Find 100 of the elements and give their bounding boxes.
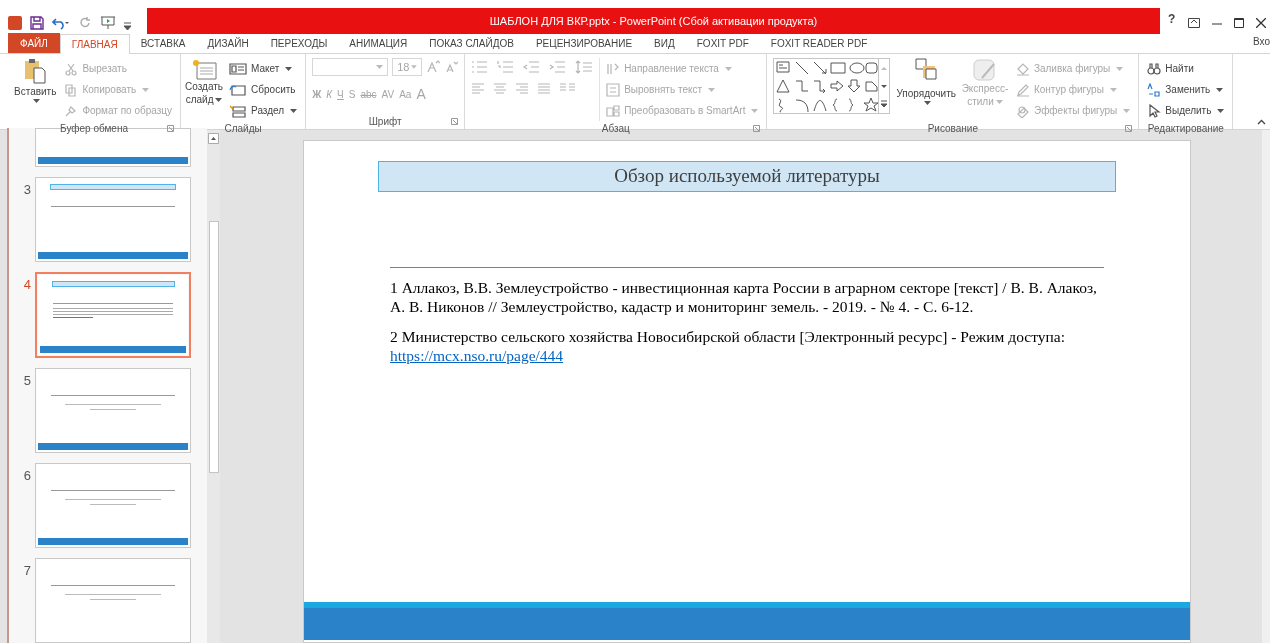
caret-icon [285, 66, 293, 71]
ribbon-display-icon[interactable] [1187, 18, 1200, 28]
caret-icon [708, 87, 716, 92]
slide-number: 5 [23, 372, 31, 388]
justify-icon [537, 82, 552, 96]
ribbon-tab[interactable]: ПОКАЗ СЛАЙДОВ [418, 33, 525, 53]
align-right-icon [515, 82, 530, 96]
ribbon-button[interactable]: Сбросить [227, 79, 300, 100]
caret-icon [215, 98, 223, 103]
bullet-list-icon [471, 60, 490, 74]
caret-icon [1109, 87, 1117, 92]
shrink-font-icon [444, 60, 459, 74]
arrange-icon [915, 58, 938, 82]
group-label: Буфер обмена [60, 122, 128, 136]
caret-icon [724, 66, 732, 71]
ribbon-button[interactable]: Раздел [227, 100, 300, 121]
maximize-icon[interactable] [1233, 18, 1244, 28]
slide-number: 3 [23, 182, 31, 198]
ribbon-tab[interactable]: FOXIT READER PDF [759, 33, 879, 53]
layout-icon [229, 61, 248, 76]
reset-icon [229, 82, 248, 97]
ribbon-button[interactable]: Выделить [1145, 100, 1227, 121]
caret-icon [411, 65, 418, 69]
dialog-launcher-icon[interactable] [753, 125, 761, 132]
arrange-button[interactable]: Упорядочить [896, 58, 956, 105]
reference-text: 1 Аллакоз, В.В. Землеустройство - инвестиционная карта России в аграрном секторе [текст] / В. В. Алакоз, А. В. Никонов // Землеустройство, кадастр и мониторинг земель. - 2019. - № 4. - С. 6-12. [390, 278, 1098, 316]
dialog-launcher-icon[interactable] [451, 118, 459, 125]
line-spacing-icon [575, 60, 594, 74]
scroll-up-icon[interactable] [208, 133, 219, 144]
reference-text: 2 Министерство сельского хозяйства Новосибирской области [Электронный ресурс] - Режим доступа: https://mcx.nso.ru/page/444 [390, 327, 1066, 365]
ribbon-tab[interactable]: ГЛАВНАЯ [59, 34, 130, 54]
slide-number: 7 [23, 562, 31, 578]
align-left-icon [471, 82, 486, 96]
paste-button[interactable]: Вставить [14, 58, 57, 103]
text-direction-icon [606, 61, 621, 76]
slide-number: 6 [23, 467, 31, 483]
shape-effects-icon [1015, 103, 1030, 118]
scrollbar-thumb[interactable] [208, 221, 219, 473]
replace-icon [1147, 82, 1162, 97]
ribbon-button[interactable]: Макет [227, 58, 300, 79]
smartart-icon [606, 103, 621, 118]
slide-thumbnail[interactable] [35, 177, 191, 263]
ribbon-tab[interactable]: ДИЗАЙН [196, 33, 260, 53]
group-label: Абзац [601, 122, 630, 136]
slide-title: Обзор используемой литературы [378, 161, 1116, 192]
file-tab[interactable]: ФАЙЛ [8, 33, 60, 53]
outdent-icon [523, 60, 542, 74]
save-icon[interactable] [30, 16, 44, 30]
copy-icon [64, 82, 79, 97]
vertical-scrollbar[interactable] [1262, 130, 1270, 643]
slide-thumbnail[interactable] [35, 367, 191, 453]
align-text-icon [606, 82, 621, 97]
ribbon-tab[interactable]: ВСТАВКА [129, 33, 197, 53]
ribbon-button[interactable]: Найти [1145, 58, 1227, 79]
undo-icon[interactable] [52, 16, 70, 30]
collapse-ribbon-icon[interactable] [1257, 119, 1266, 125]
caret-icon [376, 65, 384, 69]
ribbon-tab[interactable]: РЕЦЕНЗИРОВАНИЕ [524, 33, 644, 53]
font-name-field[interactable] [312, 58, 389, 76]
caret-icon [142, 87, 150, 92]
binoculars-icon [1147, 61, 1162, 76]
dialog-launcher-icon[interactable] [1125, 125, 1133, 132]
help-button[interactable]: ? [1168, 10, 1176, 28]
slide-thumbnail[interactable] [35, 272, 191, 358]
window-title: ШАБЛОН ДЛЯ ВКР.pptx - PowerPoint (Сбой активации продукта) [489, 13, 818, 29]
caret-icon [1123, 108, 1131, 113]
section-icon [229, 103, 248, 118]
dialog-launcher-icon[interactable] [167, 125, 175, 132]
slide-thumbnail[interactable] [35, 462, 191, 548]
sign-in-link[interactable]: Вхо [1253, 34, 1270, 49]
ribbon-tab[interactable]: FOXIT PDF [685, 33, 760, 53]
caret-icon [995, 100, 1003, 105]
align-center-icon [493, 82, 508, 96]
caret-icon [290, 108, 298, 113]
new-slide-icon [191, 58, 218, 80]
quick-styles-icon [971, 58, 998, 82]
numbered-list-icon [497, 60, 516, 74]
group-label: Рисование [927, 122, 979, 136]
ribbon-tab[interactable]: ВИД [643, 33, 686, 53]
pencil-icon [1015, 82, 1030, 97]
paint-bucket-icon [1015, 61, 1030, 76]
reference-link[interactable]: https://mcx.nso.ru/page/444 [390, 347, 564, 364]
ribbon-button[interactable]: Заменить [1145, 79, 1227, 100]
close-icon[interactable] [1255, 18, 1266, 28]
grow-font-icon [426, 60, 441, 74]
indent-icon [549, 60, 568, 74]
slideshow-icon[interactable] [100, 16, 116, 30]
ribbon-tab[interactable]: АНИМАЦИЯ [338, 33, 419, 53]
group-label: Редактирование [1147, 122, 1224, 136]
ribbon-tab[interactable]: ПЕРЕХОДЫ [259, 33, 339, 53]
caret-icon [32, 99, 40, 103]
slide-thumbnail[interactable] [35, 557, 191, 643]
customize-toolbar-icon[interactable] [124, 22, 131, 30]
caret-icon [1116, 66, 1124, 71]
slide-number: 4 [23, 277, 31, 293]
redo-icon[interactable] [78, 16, 92, 30]
caret-icon [923, 101, 931, 105]
clipboard-icon [24, 58, 47, 84]
new-slide-button[interactable]: Создать слайд [187, 58, 222, 106]
pointer-icon [1147, 103, 1162, 118]
